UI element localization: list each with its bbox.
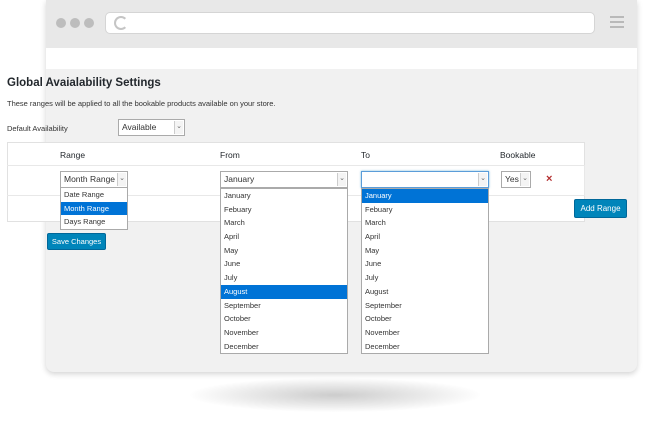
window-dot-icon: [70, 18, 80, 28]
from-month-option[interactable]: March: [221, 216, 347, 230]
to-month-option[interactable]: July: [362, 271, 488, 285]
chevron-down-icon: ⌄: [337, 173, 346, 186]
chevron-down-icon: ⌄: [117, 173, 126, 186]
add-range-button[interactable]: Add Range: [574, 199, 627, 218]
from-month-value: January: [224, 174, 255, 184]
from-month-option[interactable]: November: [221, 326, 347, 340]
to-month-option[interactable]: October: [362, 312, 488, 326]
to-month-option[interactable]: March: [362, 216, 488, 230]
row-divider: [7, 165, 585, 166]
range-type-value: Month Range: [64, 174, 116, 184]
header-to: To: [361, 150, 370, 160]
from-month-dropdown-list: January Febuary March April May June July Augus…: [220, 188, 348, 355]
from-month-option[interactable]: July: [221, 271, 347, 285]
from-month-option[interactable]: Febuary: [221, 203, 347, 217]
save-changes-button[interactable]: Save Changes: [47, 233, 106, 250]
remove-row-icon[interactable]: ×: [546, 173, 552, 185]
address-bar[interactable]: [105, 12, 595, 34]
range-type-dropdown-list: Date Range Month Range Days Range: [60, 187, 128, 231]
to-month-option[interactable]: August: [362, 285, 488, 299]
header-bookable: Bookable: [500, 150, 536, 160]
from-month-option[interactable]: April: [221, 230, 347, 244]
from-month-option[interactable]: June: [221, 257, 347, 271]
reload-icon[interactable]: [114, 16, 128, 30]
drop-shadow: [190, 378, 480, 412]
range-type-select[interactable]: Month Range ⌄: [60, 171, 128, 188]
from-month-option[interactable]: September: [221, 299, 347, 313]
bookable-select[interactable]: Yes ⌄: [501, 171, 531, 188]
to-month-option[interactable]: November: [362, 326, 488, 340]
to-month-option[interactable]: Febuary: [362, 203, 488, 217]
range-type-option[interactable]: Month Range: [61, 201, 127, 216]
to-month-option[interactable]: May: [362, 244, 488, 258]
from-month-select[interactable]: January ⌄: [220, 171, 348, 188]
to-month-option[interactable]: April: [362, 230, 488, 244]
from-month-option[interactable]: August: [221, 284, 347, 299]
from-month-option[interactable]: May: [221, 244, 347, 258]
default-availability-label: Default Availability: [7, 124, 68, 133]
default-availability-value: Available: [122, 122, 157, 132]
chevron-down-icon: ⌄: [520, 173, 529, 186]
admin-bar: [46, 48, 637, 69]
range-type-option[interactable]: Days Range: [61, 215, 127, 229]
to-month-select[interactable]: ⌄: [361, 171, 489, 188]
chevron-down-icon: ⌄: [174, 121, 183, 134]
page-title: Global Avaialability Settings: [7, 77, 161, 89]
default-availability-select[interactable]: Available ⌄: [118, 119, 185, 136]
cell-divider: [584, 166, 585, 195]
hamburger-menu-icon[interactable]: [610, 16, 624, 30]
to-month-option[interactable]: June: [362, 257, 488, 271]
to-month-option[interactable]: September: [362, 299, 488, 313]
header-range: Range: [60, 150, 86, 160]
bookable-value: Yes: [505, 174, 519, 184]
range-type-option[interactable]: Date Range: [61, 188, 127, 202]
page-description: These ranges will be applied to all the …: [7, 99, 276, 108]
from-month-option[interactable]: October: [221, 312, 347, 326]
window-dot-icon: [56, 18, 66, 28]
chevron-down-icon: ⌄: [478, 173, 487, 186]
to-month-dropdown-list: January Febuary March April May June July Augus…: [361, 188, 489, 355]
to-month-option[interactable]: December: [362, 340, 488, 354]
from-month-option[interactable]: January: [221, 189, 347, 203]
window-dot-icon: [84, 18, 94, 28]
to-month-option[interactable]: January: [362, 189, 488, 203]
header-from: From: [220, 150, 240, 160]
browser-toolbar: [46, 0, 637, 48]
from-month-option[interactable]: December: [221, 340, 347, 354]
